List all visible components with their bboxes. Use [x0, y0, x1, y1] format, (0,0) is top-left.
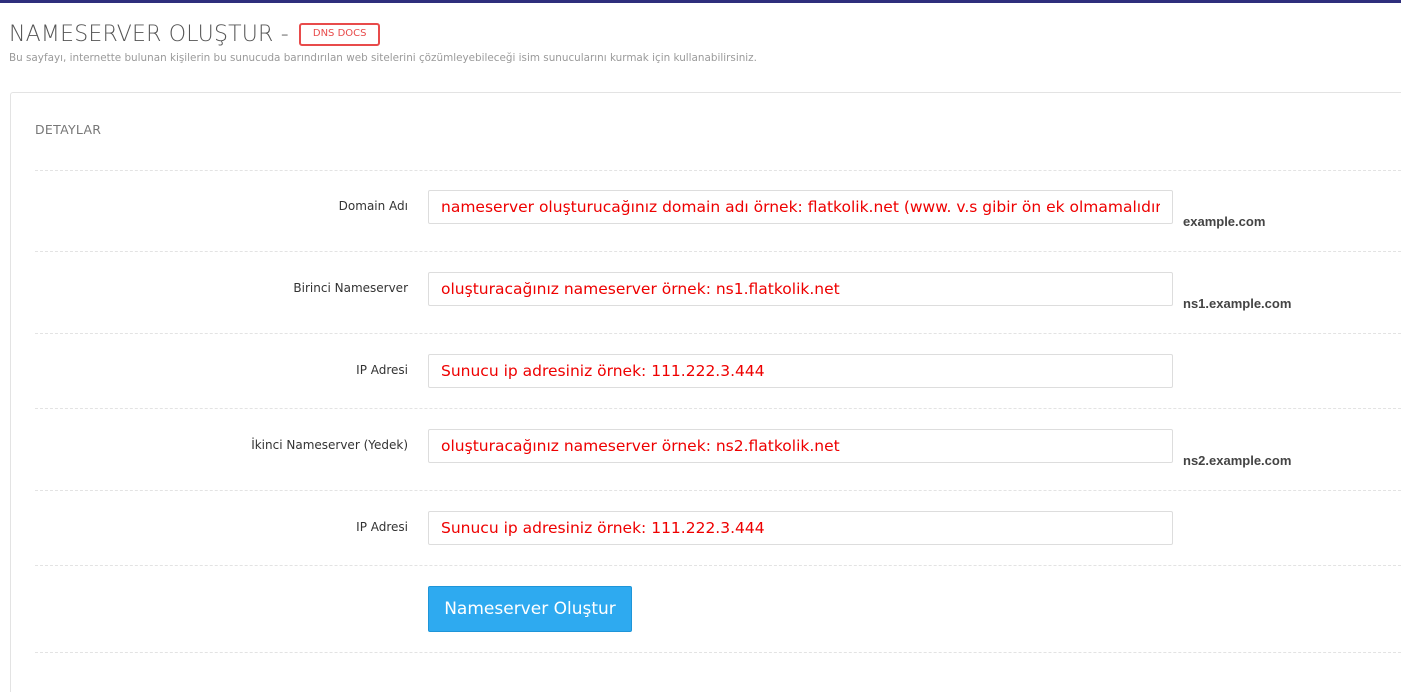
page-subtitle: Bu sayfayı, internette bulunan kişilerin…	[9, 52, 757, 64]
primary-nameserver-input[interactable]	[428, 272, 1173, 306]
secondary-nameserver-input[interactable]	[428, 429, 1173, 463]
row-divider	[35, 652, 1401, 653]
row-divider	[35, 490, 1401, 491]
domain-name-input[interactable]	[428, 190, 1173, 224]
secondary-ip-label: IP Adresi	[356, 520, 408, 534]
details-panel	[10, 92, 1401, 692]
primary-nameserver-hint: ns1.example.com	[1183, 296, 1292, 311]
secondary-nameserver-hint: ns2.example.com	[1183, 453, 1292, 468]
secondary-nameserver-label: İkinci Nameserver (Yedek)	[251, 438, 408, 452]
row-divider	[35, 251, 1401, 252]
row-divider	[35, 565, 1401, 566]
page-header: NAMESERVER OLUŞTUR - DNS DOCS	[9, 22, 381, 47]
secondary-ip-input[interactable]	[428, 511, 1173, 545]
row-divider	[35, 170, 1401, 171]
primary-nameserver-label: Birinci Nameserver	[293, 281, 408, 295]
primary-ip-label: IP Adresi	[356, 363, 408, 377]
row-divider	[35, 408, 1401, 409]
domain-name-hint: example.com	[1183, 214, 1266, 229]
top-accent-bar	[0, 0, 1401, 3]
primary-ip-input[interactable]	[428, 354, 1173, 388]
create-nameserver-button[interactable]: Nameserver Oluştur	[428, 586, 632, 632]
domain-name-label: Domain Adı	[338, 199, 408, 213]
row-divider	[35, 333, 1401, 334]
page-title: NAMESERVER OLUŞTUR -	[9, 22, 289, 47]
panel-heading: DETAYLAR	[35, 122, 102, 137]
dns-docs-badge[interactable]: DNS DOCS	[298, 23, 381, 46]
